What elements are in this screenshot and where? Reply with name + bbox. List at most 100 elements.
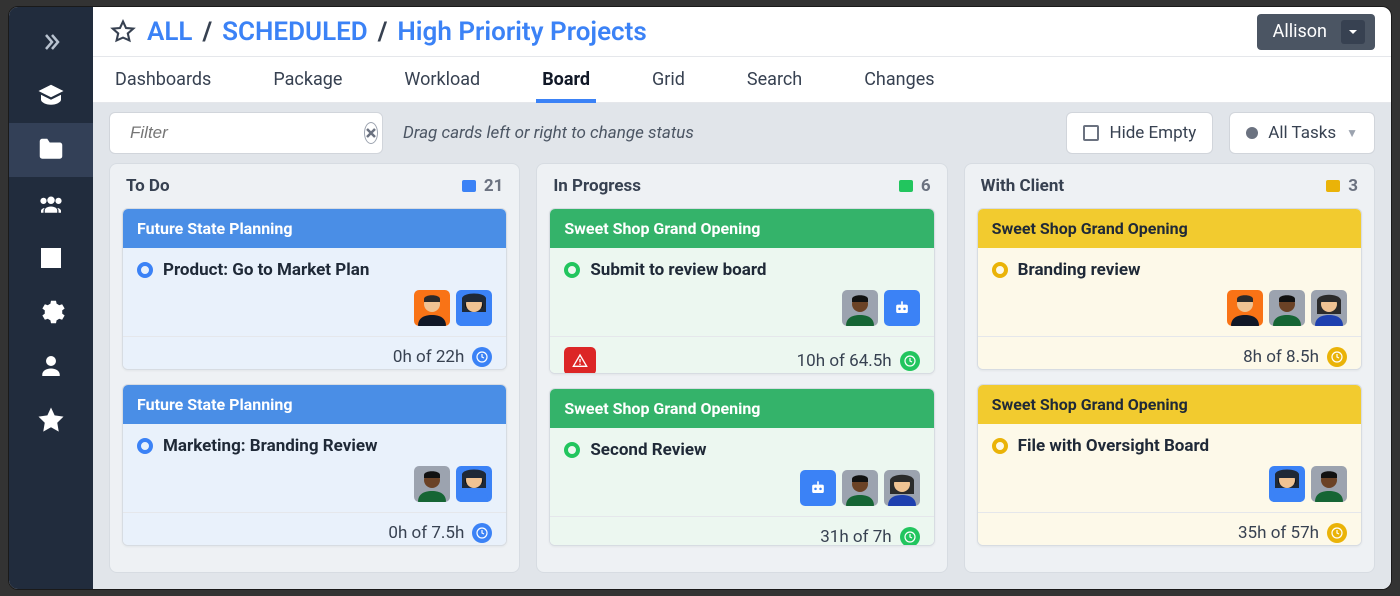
hours-text: 10h of 64.5h [797, 351, 892, 371]
task-card[interactable]: Sweet Shop Grand Opening File with Overs… [977, 384, 1362, 546]
user-menu[interactable]: Allison [1257, 14, 1375, 50]
card-project-title: Future State Planning [123, 209, 506, 248]
hours-text: 8h of 8.5h [1243, 347, 1319, 367]
sidebar-expand-icon[interactable] [9, 15, 93, 69]
tab-grid[interactable]: Grid [646, 57, 691, 102]
tab-board[interactable]: Board [536, 57, 596, 102]
column-title: In Progress [553, 176, 641, 196]
column-color-icon [462, 180, 476, 192]
avatar [414, 290, 450, 326]
checkbox-icon [1083, 125, 1099, 141]
alert-icon [564, 347, 596, 374]
task-name: Marketing: Branding Review [163, 436, 378, 456]
avatar [1311, 466, 1347, 502]
avatar [456, 290, 492, 326]
hide-empty-button[interactable]: Hide Empty [1066, 112, 1213, 154]
sidebar-item-profile[interactable] [9, 339, 93, 393]
status-ring-icon [564, 262, 580, 278]
task-name: File with Oversight Board [1018, 436, 1209, 456]
status-ring-icon [992, 262, 1008, 278]
card-project-title: Sweet Shop Grand Opening [550, 389, 933, 428]
tab-package[interactable]: Package [267, 57, 348, 102]
avatar [1269, 466, 1305, 502]
task-card[interactable]: Sweet Shop Grand Opening Submit to revie… [549, 208, 934, 374]
avatar [842, 470, 878, 506]
card-project-title: Sweet Shop Grand Opening [978, 209, 1361, 248]
card-project-title: Sweet Shop Grand Opening [550, 209, 933, 248]
breadcrumb-sep: / [202, 17, 212, 47]
status-ring-icon [137, 262, 153, 278]
task-name: Product: Go to Market Plan [163, 260, 369, 280]
task-card[interactable]: Sweet Shop Grand Opening Second Review 3… [549, 388, 934, 546]
avatar [456, 466, 492, 502]
sidebar-item-settings[interactable] [9, 285, 93, 339]
clock-icon [472, 523, 492, 543]
dot-icon [1246, 127, 1258, 139]
column-color-icon [1326, 180, 1340, 192]
caret-down-icon [1341, 20, 1365, 44]
column-count: 3 [1348, 176, 1358, 196]
sidebar-item-team[interactable] [9, 177, 93, 231]
task-name: Branding review [1018, 260, 1141, 280]
bot-icon [800, 470, 836, 506]
hours-text: 31h of 7h [820, 527, 891, 546]
tab-search[interactable]: Search [741, 57, 808, 102]
filter-box [109, 112, 383, 154]
clear-filter-icon[interactable] [364, 122, 378, 144]
column-to-do: To Do 21 Future State Planning Product: … [109, 163, 520, 573]
breadcrumb-scheduled[interactable]: SCHEDULED [222, 17, 368, 47]
column-count: 6 [921, 176, 931, 196]
filter-input[interactable] [130, 123, 354, 143]
column-color-icon [899, 180, 913, 192]
view-tabs: Dashboards Package Workload Board Grid Search… [93, 57, 1391, 103]
column-title: With Client [981, 176, 1064, 196]
column-count: 21 [484, 176, 504, 196]
clock-icon [1327, 347, 1347, 367]
chevron-down-icon: ▼ [1346, 126, 1358, 140]
sidebar-item-projects[interactable] [9, 123, 93, 177]
tab-changes[interactable]: Changes [858, 57, 940, 102]
avatar [1311, 290, 1347, 326]
breadcrumb: ALL / SCHEDULED / High Priority Projects [147, 17, 647, 47]
task-name: Submit to review board [590, 260, 766, 280]
favorite-star-icon[interactable] [109, 18, 137, 46]
status-ring-icon [137, 438, 153, 454]
avatar [414, 466, 450, 502]
hide-empty-label: Hide Empty [1109, 123, 1196, 143]
hours-text: 35h of 57h [1238, 523, 1319, 543]
status-ring-icon [564, 442, 580, 458]
avatar [842, 290, 878, 326]
avatar [1227, 290, 1263, 326]
clock-icon [900, 527, 920, 546]
user-name: Allison [1273, 21, 1327, 42]
status-ring-icon [992, 438, 1008, 454]
clock-icon [472, 347, 492, 367]
task-card[interactable]: Future State Planning Marketing: Brandin… [122, 384, 507, 546]
sidebar [9, 7, 93, 589]
tab-dashboards[interactable]: Dashboards [109, 57, 217, 102]
hours-text: 0h of 7.5h [388, 523, 464, 543]
column-title: To Do [126, 176, 170, 196]
tab-workload[interactable]: Workload [398, 57, 486, 102]
sidebar-item-learn[interactable] [9, 69, 93, 123]
hours-text: 0h of 22h [393, 347, 464, 367]
task-card[interactable]: Sweet Shop Grand Opening Branding review… [977, 208, 1362, 370]
board-hint: Drag cards left or right to change statu… [403, 123, 694, 143]
breadcrumb-all[interactable]: ALL [147, 17, 192, 47]
card-project-title: Sweet Shop Grand Opening [978, 385, 1361, 424]
task-card[interactable]: Future State Planning Product: Go to Mar… [122, 208, 507, 370]
bot-icon [884, 290, 920, 326]
clock-icon [1327, 523, 1347, 543]
card-project-title: Future State Planning [123, 385, 506, 424]
breadcrumb-current[interactable]: High Priority Projects [397, 17, 646, 47]
kanban-board: To Do 21 Future State Planning Product: … [93, 163, 1391, 589]
column-with-client: With Client 3 Sweet Shop Grand Opening B… [964, 163, 1375, 573]
breadcrumb-sep: / [378, 17, 388, 47]
task-name: Second Review [590, 440, 706, 460]
avatar [1269, 290, 1305, 326]
all-tasks-dropdown[interactable]: All Tasks ▼ [1229, 112, 1375, 154]
avatar [884, 470, 920, 506]
sidebar-item-reports[interactable] [9, 231, 93, 285]
sidebar-item-favorites[interactable] [9, 393, 93, 447]
all-tasks-label: All Tasks [1268, 123, 1336, 143]
